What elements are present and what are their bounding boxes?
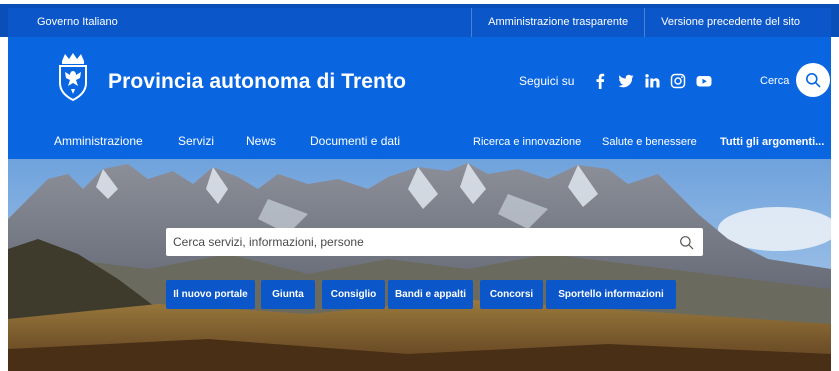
top-utility-inner: Governo Italiano Amministrazione traspar…	[8, 8, 831, 37]
versione-precedente-link[interactable]: Versione precedente del sito	[644, 8, 816, 37]
quick-link-sportello-informazioni[interactable]: Sportello informazioni	[546, 280, 676, 309]
site-title[interactable]: Provincia autonoma di Trento	[108, 70, 406, 94]
twitter-icon[interactable]	[618, 73, 634, 89]
top-utility-bar: Governo Italiano Amministrazione traspar…	[0, 0, 839, 37]
quick-link-bandi-e-appalti[interactable]: Bandi e appalti	[388, 280, 473, 309]
quick-link-concorsi[interactable]: Concorsi	[480, 280, 543, 309]
quick-link-giunta[interactable]: Giunta	[261, 280, 315, 309]
search-icon	[806, 73, 821, 88]
site-header: Provincia autonoma di Trento Seguici su …	[8, 37, 831, 159]
page: Governo Italiano Amministrazione traspar…	[0, 0, 839, 371]
youtube-icon[interactable]	[696, 73, 712, 89]
social-links: Seguici su	[519, 70, 712, 92]
top-utility-links: Amministrazione trasparente Versione pre…	[471, 8, 816, 37]
nav-news[interactable]: News	[246, 134, 276, 148]
hero-search-bar	[166, 228, 703, 256]
linkedin-icon[interactable]	[644, 73, 660, 89]
header-search-button[interactable]	[796, 63, 830, 97]
amministrazione-trasparente-link[interactable]: Amministrazione trasparente	[471, 8, 644, 37]
dolomites-landscape-image	[8, 159, 831, 371]
quick-link-nuovo-portale[interactable]: Il nuovo portale	[166, 280, 255, 309]
hero-banner: Il nuovo portale Giunta Consiglio Bandi …	[8, 159, 831, 371]
instagram-icon[interactable]	[670, 73, 686, 89]
main-navigation: Amministrazione Servizi News Documenti e…	[8, 134, 831, 154]
search-icon	[679, 235, 693, 249]
governo-italiano-link[interactable]: Governo Italiano	[37, 16, 118, 28]
nav-documenti-e-dati[interactable]: Documenti e dati	[310, 134, 400, 148]
nav-amministrazione[interactable]: Amministrazione	[54, 134, 143, 148]
quick-link-consiglio[interactable]: Consiglio	[322, 280, 385, 309]
nav-salute-e-benessere[interactable]: Salute e benessere	[602, 136, 697, 148]
coat-of-arms-logo[interactable]	[54, 51, 92, 103]
nav-tutti-gli-argomenti[interactable]: Tutti gli argomenti...	[720, 136, 824, 148]
hero-search-button[interactable]	[669, 228, 703, 256]
nav-servizi[interactable]: Servizi	[178, 134, 214, 148]
facebook-icon[interactable]	[592, 73, 608, 89]
social-label: Seguici su	[519, 74, 575, 88]
hero-search-input[interactable]	[166, 228, 669, 256]
nav-ricerca-e-innovazione[interactable]: Ricerca e innovazione	[473, 136, 581, 148]
search-label[interactable]: Cerca	[760, 75, 789, 87]
